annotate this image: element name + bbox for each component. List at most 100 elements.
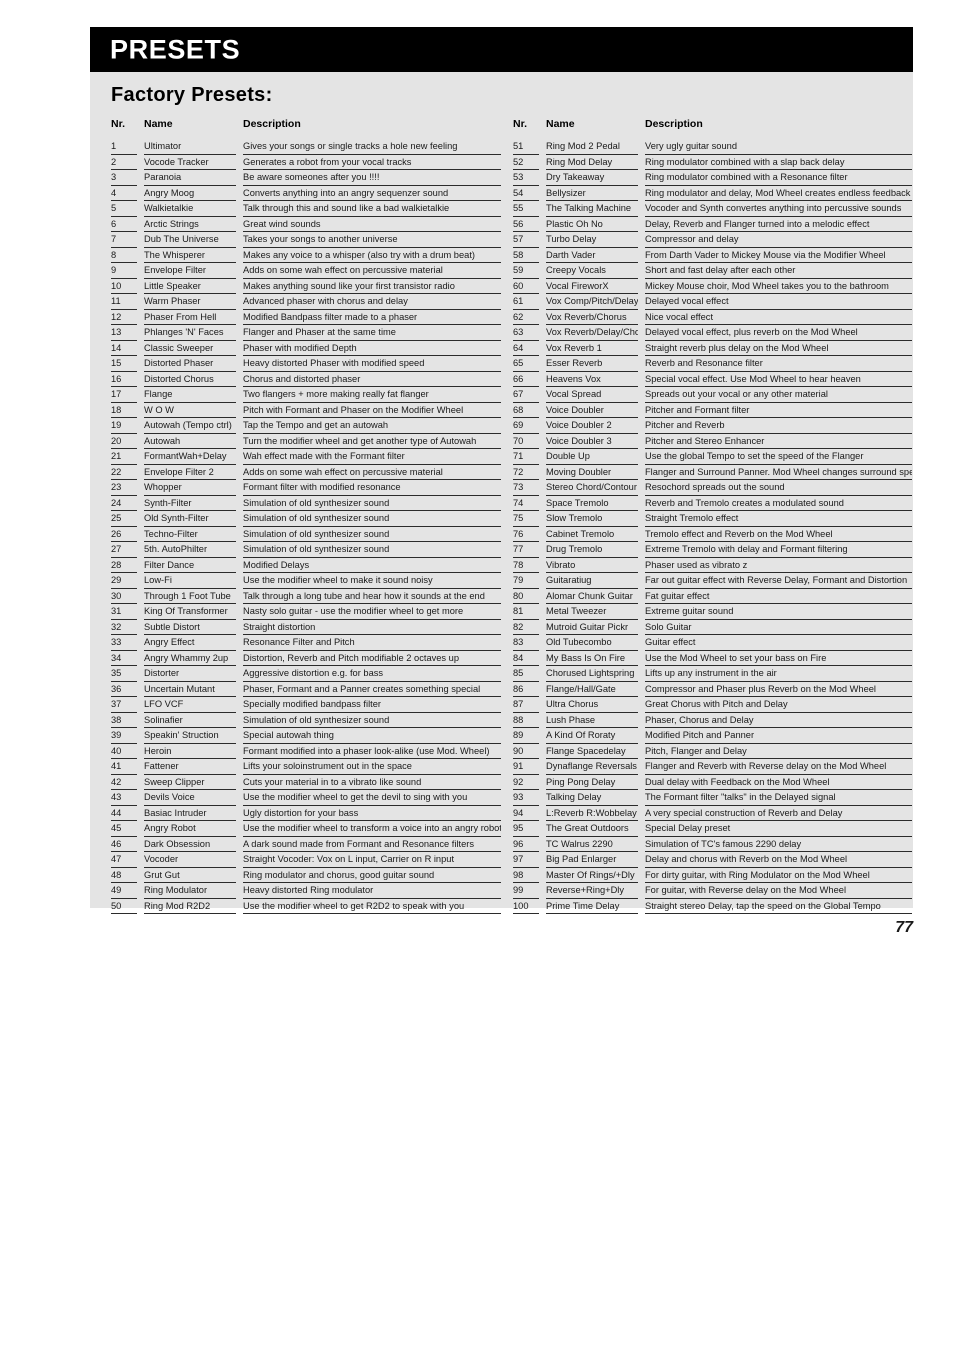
preset-name: Plastic Oh No xyxy=(546,216,638,232)
cell-gap xyxy=(539,340,546,356)
cell-gap xyxy=(638,371,645,387)
column-gap xyxy=(137,118,144,139)
preset-description: Vocoder and Synth convertes anything int… xyxy=(645,200,912,217)
preset-description: Straight Vocoder: Vox on L input, Carrie… xyxy=(243,851,501,868)
preset-number: 31 xyxy=(111,603,137,620)
cell-gap xyxy=(137,480,144,496)
preset-number: 9 xyxy=(111,262,137,279)
cell-gap xyxy=(638,743,645,759)
preset-description: Formant filter with modified resonance xyxy=(243,479,501,496)
preset-name: Prime Time Delay xyxy=(546,898,638,914)
preset-description: Talk through a long tube and hear how it… xyxy=(243,588,501,604)
preset-name: Ring Mod R2D2 xyxy=(144,898,236,914)
table-row: 42 Sweep Clipper Cuts your material in to … xyxy=(111,774,501,790)
preset-description: Short and fast delay after each other xyxy=(645,262,912,279)
preset-description: Chorus and distorted phaser xyxy=(243,371,501,387)
cell-gap xyxy=(137,588,144,604)
preset-number: 97 xyxy=(513,851,539,868)
table-row: 27 5th. AutoPhilter Simulation of old synt… xyxy=(111,541,501,558)
cell-gap xyxy=(539,402,546,418)
table-row: 94 L:Reverb R:Wobbelay A very special cons… xyxy=(513,805,912,821)
cell-gap xyxy=(539,263,546,279)
table-row: 98 Master Of Rings/+Dly For dirty guitar, … xyxy=(513,867,912,883)
preset-description: Use the global Tempo to set the speed of… xyxy=(645,448,912,465)
cell-gap xyxy=(137,340,144,356)
table-row: 32 Subtle Distort Straight distortion xyxy=(111,619,501,635)
preset-description: Simulation of old synthesizer sound xyxy=(243,541,501,558)
preset-number: 82 xyxy=(513,619,539,635)
preset-name: Mutroid Guitar Pickr xyxy=(546,619,638,635)
cell-gap xyxy=(137,604,144,620)
table-header-row: Nr. Name Description xyxy=(111,118,501,139)
cell-gap xyxy=(539,852,546,868)
cell-gap xyxy=(638,852,645,868)
preset-column-left: Nr. Name Description 1 Ultimator Gives you… xyxy=(90,118,501,914)
cell-gap xyxy=(236,154,243,170)
preset-number: 16 xyxy=(111,371,137,387)
preset-description: Turn the modifier wheel and get another … xyxy=(243,433,501,449)
cell-gap xyxy=(137,325,144,341)
preset-description: Pitcher and Stereo Enhancer xyxy=(645,433,912,449)
preset-number: 80 xyxy=(513,588,539,604)
cell-gap xyxy=(236,495,243,511)
preset-description: Heavy distorted Ring modulator xyxy=(243,882,501,899)
preset-name: Solinafier xyxy=(144,712,236,728)
preset-description: Heavy distorted Phaser with modified spe… xyxy=(243,355,501,372)
preset-name: Double Up xyxy=(546,448,638,465)
table-row: 24 Synth-Filter Simulation of old synthesi… xyxy=(111,495,501,511)
preset-description: Phaser, Chorus and Delay xyxy=(645,712,912,728)
preset-number: 34 xyxy=(111,650,137,666)
preset-description: Flanger and Phaser at the same time xyxy=(243,324,501,341)
cell-gap xyxy=(539,201,546,217)
preset-number: 27 xyxy=(111,541,137,558)
preset-number: 3 xyxy=(111,169,137,186)
cell-gap xyxy=(236,464,243,480)
cell-gap xyxy=(236,309,243,325)
preset-name: Little Speaker xyxy=(144,278,236,294)
preset-name: The Great Outdoors xyxy=(546,820,638,837)
preset-number: 75 xyxy=(513,510,539,527)
table-row: 62 Vox Reverb/Chorus Nice vocal effect xyxy=(513,309,912,325)
column-header-description: Description xyxy=(645,118,703,130)
preset-name: Arctic Strings xyxy=(144,216,236,232)
cell-gap xyxy=(638,867,645,883)
preset-name: Angry Robot xyxy=(144,820,236,837)
preset-description: Fat guitar effect xyxy=(645,588,912,604)
preset-description: From Darth Vader to Mickey Mouse via the… xyxy=(645,247,912,263)
table-row: 66 Heavens Vox Special vocal effect. Use M… xyxy=(513,371,912,387)
table-row: 58 Darth Vader From Darth Vader to Mickey … xyxy=(513,247,912,263)
cell-gap xyxy=(137,356,144,372)
preset-name: A Kind Of Roraty xyxy=(546,727,638,744)
table-row: 21 FormantWah+Delay Wah effect made with t… xyxy=(111,448,501,465)
preset-number: 39 xyxy=(111,727,137,744)
table-row: 12 Phaser From Hell Modified Bandpass filt… xyxy=(111,309,501,325)
preset-number: 23 xyxy=(111,479,137,496)
preset-name: Angry Whammy 2up xyxy=(144,650,236,666)
preset-name: Voice Doubler xyxy=(546,402,638,418)
cell-gap xyxy=(236,697,243,713)
cell-gap xyxy=(137,805,144,821)
cell-gap xyxy=(137,852,144,868)
cell-gap xyxy=(539,898,546,914)
cell-gap xyxy=(137,402,144,418)
cell-gap xyxy=(137,526,144,542)
table-row: 72 Moving Doubler Flanger and Surround Pan… xyxy=(513,464,912,480)
table-row: 52 Ring Mod Delay Ring modulator combined … xyxy=(513,154,912,170)
preset-number: 40 xyxy=(111,743,137,759)
table-row: 5 Walkietalkie Talk through this and sound… xyxy=(111,200,501,217)
preset-number: 24 xyxy=(111,495,137,511)
preset-name: Heroin xyxy=(144,743,236,759)
preset-description: Adds on some wah effect on percussive ma… xyxy=(243,464,501,480)
preset-number: 37 xyxy=(111,696,137,713)
table-row: 26 Techno-Filter Simulation of old synthes… xyxy=(111,526,501,542)
cell-gap xyxy=(539,542,546,558)
cell-gap xyxy=(137,836,144,852)
cell-gap xyxy=(137,697,144,713)
preset-description: Tap the Tempo and get an autowah xyxy=(243,417,501,434)
preset-name: Paranoia xyxy=(144,169,236,186)
cell-gap xyxy=(236,588,243,604)
cell-gap xyxy=(638,216,645,232)
table-row: 63 Vox Reverb/Delay/Cho Delayed vocal effe… xyxy=(513,324,912,341)
preset-number: 56 xyxy=(513,216,539,232)
cell-gap xyxy=(638,278,645,294)
